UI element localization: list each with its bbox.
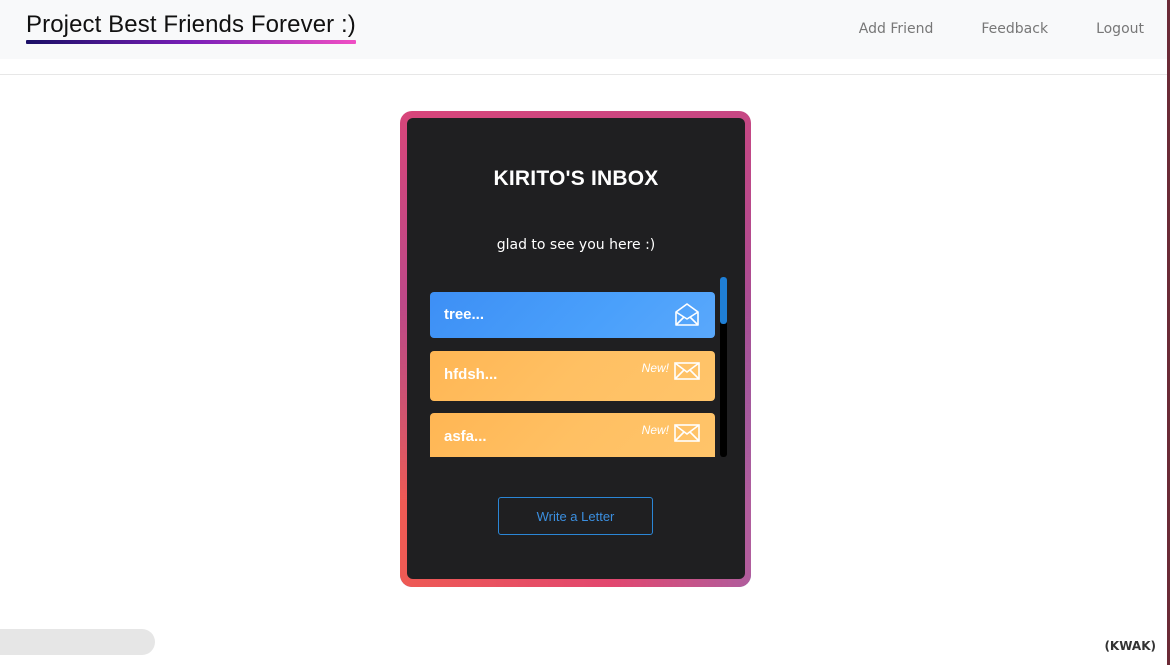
brand-underline	[26, 40, 356, 44]
letter-label: asfa...	[444, 428, 487, 445]
inbox-subtitle: glad to see you here :)	[496, 237, 656, 253]
brand-title[interactable]: Project Best Friends Forever :)	[26, 11, 356, 39]
nav-link-feedback[interactable]: Feedback	[981, 21, 1048, 37]
write-letter-button[interactable]: Write a Letter	[498, 497, 653, 535]
nav-link-logout[interactable]: Logout	[1096, 21, 1144, 37]
envelope-icon	[674, 361, 700, 386]
envelope-icon	[674, 423, 700, 448]
inbox-card: KIRITO'S INBOX glad to see you here :) t…	[407, 118, 745, 579]
inbox-title: KIRITO'S INBOX	[493, 167, 659, 190]
navbar: Project Best Friends Forever :) Add Frie…	[0, 0, 1167, 59]
nav-divider	[0, 74, 1167, 75]
footer-tag: (KWAK)	[1104, 639, 1156, 653]
envelope-open-icon	[674, 301, 700, 332]
nav-links: Add Friend Feedback Logout	[811, 21, 1144, 37]
letter-item-read[interactable]: tree...	[430, 292, 715, 338]
letter-item-new[interactable]: hfdsh... New!	[430, 351, 715, 401]
bottom-pill	[0, 629, 155, 655]
new-badge: New!	[641, 423, 669, 437]
nav-link-add-friend[interactable]: Add Friend	[859, 21, 934, 37]
letter-label: hfdsh...	[444, 366, 498, 383]
scrollbar-thumb[interactable]	[720, 277, 727, 324]
letter-list: tree... hfdsh... New! asfa... New!	[430, 282, 728, 457]
letter-label: tree...	[444, 306, 485, 323]
letter-item-new[interactable]: asfa... New!	[430, 413, 715, 457]
new-badge: New!	[641, 361, 669, 375]
